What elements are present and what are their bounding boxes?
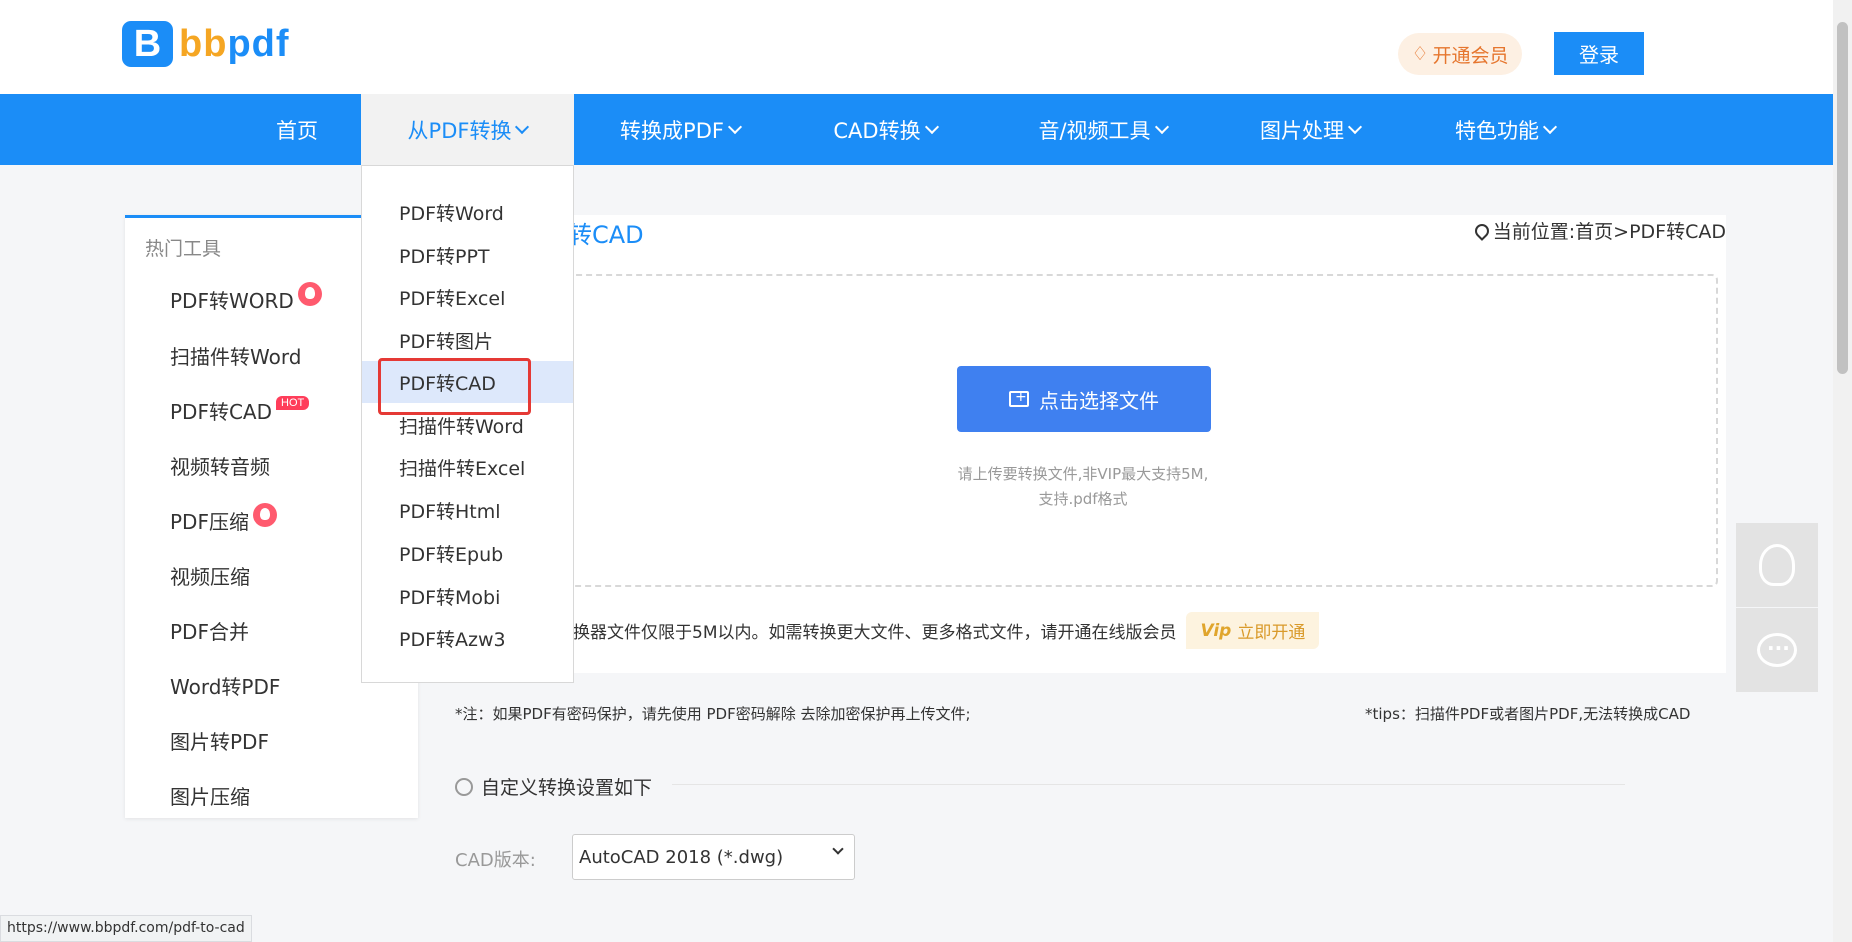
open-now-button[interactable]: Vip 立即开通 xyxy=(1186,612,1320,649)
cad-version-label: CAD版本: xyxy=(455,850,536,871)
sidebar-item-pdf-to-word[interactable]: PDF转WORD xyxy=(170,281,322,314)
qq-contact-button[interactable] xyxy=(1736,523,1818,607)
nav-home[interactable]: 首页 xyxy=(237,94,357,165)
nav-to-pdf[interactable]: 转换成PDF xyxy=(595,94,765,165)
site-header: B bbpdf ♢ 开通会员 登录 xyxy=(0,0,1833,94)
selection-highlight-box xyxy=(378,358,531,415)
vip-icon: Vip xyxy=(1200,620,1232,641)
choose-file-button[interactable]: 点击选择文件 xyxy=(957,366,1211,432)
location-pin-icon xyxy=(1471,220,1492,241)
chevron-down-icon xyxy=(924,119,939,134)
status-bar-url: https://www.bbpdf.com/pdf-to-cad xyxy=(0,915,252,942)
cad-version-select[interactable]: AutoCAD 2018 (*.dwg) xyxy=(572,834,855,880)
chevron-down-icon xyxy=(1154,119,1169,134)
sidebar-item-pdf-to-cad[interactable]: PDF转CAD HOT xyxy=(170,395,310,425)
diamond-icon: ♢ xyxy=(1411,43,1429,65)
breadcrumb: 当前位置:首页>PDF转CAD xyxy=(1471,217,1726,244)
menu-item-pdf-to-html[interactable]: PDF转Html xyxy=(362,489,573,531)
chevron-down-icon xyxy=(1347,119,1363,134)
divider xyxy=(672,784,1625,785)
hot-badge: HOT xyxy=(276,395,310,410)
page-scrollbar[interactable] xyxy=(1833,0,1852,942)
gear-icon xyxy=(455,777,473,796)
vip-button[interactable]: ♢ 开通会员 xyxy=(1398,33,1522,75)
vip-label: 开通会员 xyxy=(1432,44,1509,67)
chat-icon xyxy=(1757,633,1797,667)
chevron-down-icon xyxy=(515,119,530,134)
menu-item-pdf-to-ppt[interactable]: PDF转PPT xyxy=(362,234,573,276)
page-title: 转CAD xyxy=(568,221,644,249)
converter-panel: 转CAD 当前位置:首页>PDF转CAD xyxy=(418,215,1726,673)
menu-item-pdf-to-excel[interactable]: PDF转Excel xyxy=(362,276,573,318)
main-nav: 首页 从PDF转换 转换成PDF CAD转换 音/视频工具 图片处理 特色功能 xyxy=(0,94,1833,165)
menu-item-scan-to-excel[interactable]: 扫描件转Excel xyxy=(362,446,573,488)
menu-item-pdf-to-azw3[interactable]: PDF转Azw3 xyxy=(362,617,573,659)
chevron-down-icon xyxy=(832,843,844,855)
chat-button[interactable] xyxy=(1736,608,1818,692)
sidebar-item-scan-to-word[interactable]: 扫描件转Word xyxy=(170,341,301,370)
menu-item-pdf-to-image[interactable]: PDF转图片 xyxy=(362,319,573,361)
chevron-down-icon xyxy=(727,119,743,134)
menu-item-pdf-to-epub[interactable]: PDF转Epub xyxy=(362,532,573,574)
chevron-down-icon xyxy=(1542,119,1558,134)
sidebar-item-pdf-merge[interactable]: PDF合并 xyxy=(170,616,249,645)
menu-item-pdf-to-mobi[interactable]: PDF转Mobi xyxy=(362,575,573,617)
site-logo[interactable]: B bbpdf xyxy=(122,21,290,67)
menu-item-pdf-to-word[interactable]: PDF转Word xyxy=(362,191,573,233)
qq-icon xyxy=(1759,544,1795,586)
nav-audio-video[interactable]: 音/视频工具 xyxy=(1010,94,1195,165)
sidebar-title: 热门工具 xyxy=(145,238,222,260)
password-note: *注：如果PDF有密码保护，请先使用 PDF密码解除 去除加密保护再上传文件; xyxy=(455,705,971,723)
nav-from-pdf[interactable]: 从PDF转换 xyxy=(361,94,574,165)
size-limit-note: 换器文件仅限于5M以内。如需转换更大文件、更多格式文件，请开通在线版会员 Vip… xyxy=(573,612,1320,649)
nav-cad[interactable]: CAD转换 xyxy=(805,94,965,165)
login-button[interactable]: 登录 xyxy=(1554,32,1644,75)
settings-heading: 自定义转换设置如下 xyxy=(455,773,652,800)
logo-badge: B xyxy=(122,21,173,67)
nav-image[interactable]: 图片处理 xyxy=(1230,94,1390,165)
sidebar-item-video-compress[interactable]: 视频压缩 xyxy=(170,561,250,590)
fire-icon xyxy=(297,281,322,306)
sidebar-item-image-to-pdf[interactable]: 图片转PDF xyxy=(170,726,269,755)
sidebar-item-video-to-audio[interactable]: 视频转音频 xyxy=(170,451,270,480)
upload-tip: 请上传要转换文件,非VIP最大支持5M, 支持.pdf格式 xyxy=(957,465,1209,508)
logo-text: bbpdf xyxy=(179,22,290,65)
sidebar-item-pdf-compress[interactable]: PDF压缩 xyxy=(170,502,277,535)
sidebar-item-image-compress[interactable]: 图片压缩 xyxy=(170,781,250,810)
sidebar-item-word-to-pdf[interactable]: Word转PDF xyxy=(170,671,280,700)
folder-add-icon xyxy=(1009,389,1029,407)
scan-tips: *tips：扫描件PDF或者图片PDF,无法转换成CAD xyxy=(1365,705,1691,723)
fire-icon xyxy=(252,502,277,527)
nav-features[interactable]: 特色功能 xyxy=(1425,94,1585,165)
from-pdf-dropdown: PDF转Word PDF转PPT PDF转Excel PDF转图片 PDF转CA… xyxy=(361,165,574,683)
scrollbar-thumb[interactable] xyxy=(1837,22,1848,374)
